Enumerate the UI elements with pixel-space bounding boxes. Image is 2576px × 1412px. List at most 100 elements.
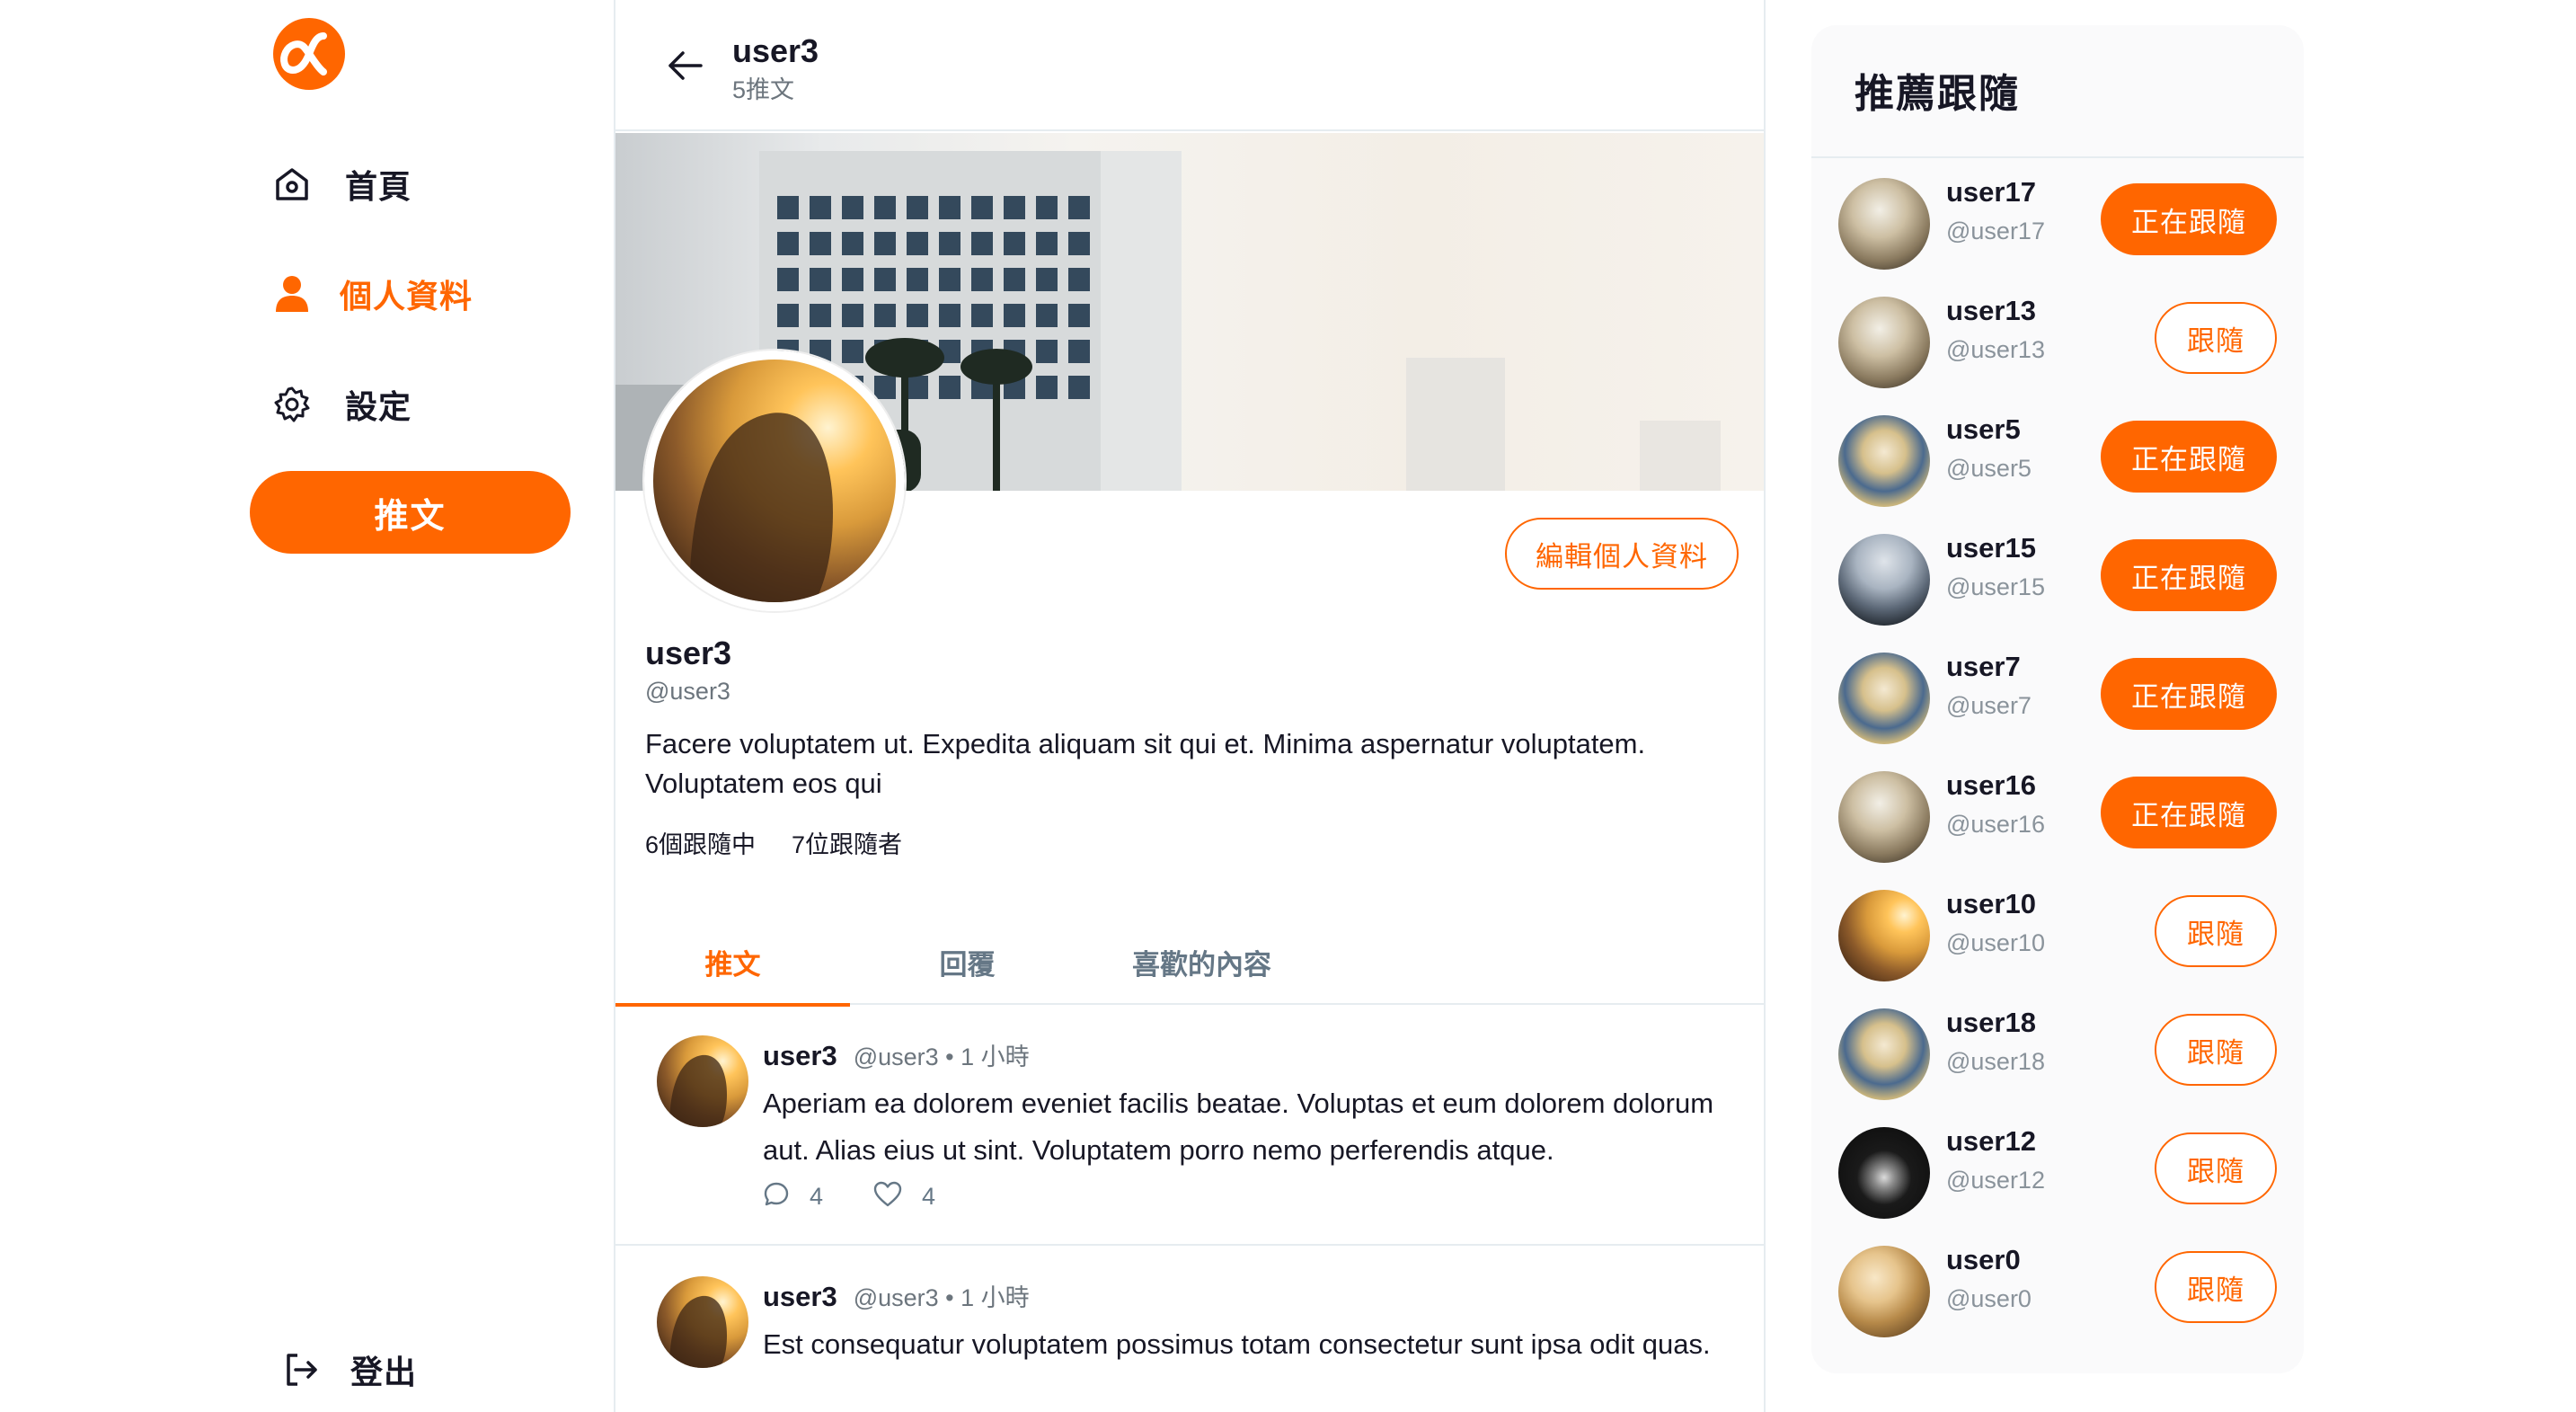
reply-button[interactable]: 4 bbox=[763, 1181, 823, 1212]
gear-icon bbox=[271, 384, 313, 425]
avatar[interactable] bbox=[1838, 534, 1930, 626]
avatar[interactable] bbox=[1838, 653, 1930, 744]
tweet-author-name[interactable]: user3 bbox=[763, 1281, 837, 1313]
logout-icon bbox=[280, 1349, 322, 1390]
tweet-meta: @user3 • 1 小時 bbox=[853, 1284, 1030, 1311]
tweet-text: Est consequatur voluptatem possimus tota… bbox=[763, 1328, 1711, 1360]
suggested-user-row: user18 @user18 跟隨 bbox=[1811, 989, 2304, 1107]
suggested-user-name[interactable]: user13 bbox=[1946, 295, 2036, 327]
suggested-user-handle: @user16 bbox=[1946, 811, 2045, 838]
profile-avatar[interactable] bbox=[644, 351, 905, 611]
alpha-logo-icon[interactable] bbox=[271, 16, 347, 92]
avatar[interactable] bbox=[657, 1276, 748, 1368]
follow-suggestions-panel: 推薦跟隨 user17 @user17 正在跟隨 user13 @user13 … bbox=[1811, 25, 2304, 1373]
following-button[interactable]: 正在跟隨 bbox=[2101, 777, 2277, 848]
suggested-user-name[interactable]: user17 bbox=[1946, 176, 2036, 209]
follow-button[interactable]: 跟隨 bbox=[2155, 1132, 2277, 1204]
suggested-user-row: user0 @user0 跟隨 bbox=[1811, 1226, 2304, 1345]
follow-button[interactable]: 跟隨 bbox=[2155, 895, 2277, 967]
following-button[interactable]: 正在跟隨 bbox=[2101, 658, 2277, 730]
user-icon bbox=[271, 273, 313, 315]
avatar[interactable] bbox=[1838, 297, 1930, 388]
header-username: user3 bbox=[732, 32, 819, 69]
suggested-user-row: user7 @user7 正在跟隨 bbox=[1811, 633, 2304, 751]
followers-count-link[interactable]: 7位跟隨者 bbox=[792, 825, 902, 860]
suggested-user-name[interactable]: user15 bbox=[1946, 532, 2036, 564]
following-button[interactable]: 正在跟隨 bbox=[2101, 183, 2277, 255]
suggested-user-handle: @user15 bbox=[1946, 573, 2045, 600]
reply-count: 4 bbox=[810, 1183, 824, 1210]
tweet-meta: @user3 • 1 小時 bbox=[853, 1043, 1030, 1070]
tweet-count: 5推文 bbox=[732, 76, 795, 103]
suggested-user-row: user16 @user16 正在跟隨 bbox=[1811, 751, 2304, 870]
suggested-user-handle: @user10 bbox=[1946, 929, 2045, 956]
suggested-user-handle: @user12 bbox=[1946, 1167, 2045, 1194]
avatar[interactable] bbox=[1838, 415, 1930, 507]
suggested-user-name[interactable]: user12 bbox=[1946, 1125, 2036, 1158]
sidebar-item-settings[interactable]: 設定 bbox=[271, 377, 412, 431]
suggested-user-name[interactable]: user7 bbox=[1946, 651, 2021, 683]
suggested-user-name[interactable]: user16 bbox=[1946, 769, 2036, 802]
tab-likes[interactable]: 喜歡的內容 bbox=[1084, 919, 1319, 1005]
tweet-author-name[interactable]: user3 bbox=[763, 1040, 837, 1072]
profile-handle: @user3 bbox=[645, 678, 730, 705]
follow-button[interactable]: 跟隨 bbox=[2155, 1251, 2277, 1323]
profile-tabs: 推文 回覆 喜歡的內容 bbox=[615, 919, 1764, 1007]
suggested-user-handle: @user13 bbox=[1946, 336, 2045, 363]
profile-name: user3 bbox=[645, 635, 732, 671]
heart-icon bbox=[873, 1181, 902, 1212]
avatar[interactable] bbox=[1838, 1246, 1930, 1337]
tweet-item[interactable]: user3 @user3 • 1 小時 Aperiam ea dolorem e… bbox=[615, 1005, 1764, 1246]
tweet-actions: 4 4 bbox=[763, 1181, 986, 1212]
suggested-user-handle: @user5 bbox=[1946, 455, 2032, 482]
suggested-user-row: user10 @user10 跟隨 bbox=[1811, 870, 2304, 989]
suggested-user-row: user12 @user12 跟隨 bbox=[1811, 1107, 2304, 1226]
sidebar: 首頁 個人資料 設定 推文 登出 bbox=[0, 0, 614, 1412]
tweet-item[interactable]: user3 @user3 • 1 小時 Est consequatur volu… bbox=[615, 1246, 1764, 1412]
sidebar-item-profile[interactable]: 個人資料 bbox=[271, 267, 473, 321]
suggested-user-name[interactable]: user0 bbox=[1946, 1244, 2021, 1276]
following-count-link[interactable]: 6個跟隨中 bbox=[645, 825, 756, 860]
suggestions-title: 推薦跟隨 bbox=[1855, 72, 2020, 116]
suggested-user-name[interactable]: user5 bbox=[1946, 413, 2021, 446]
follow-button[interactable]: 跟隨 bbox=[2155, 302, 2277, 374]
logout-button[interactable]: 登出 bbox=[280, 1343, 417, 1397]
suggested-user-handle: @user0 bbox=[1946, 1285, 2032, 1312]
tweet-text: Aperiam ea dolorem eveniet facilis beata… bbox=[763, 1088, 1714, 1166]
tab-tweets[interactable]: 推文 bbox=[615, 919, 850, 1007]
main-column: user3 5推文 編輯個人資料 user3 @user3 Facere vol… bbox=[614, 0, 1766, 1412]
arrow-left-icon[interactable] bbox=[660, 41, 709, 90]
suggested-user-row: user5 @user5 正在跟隨 bbox=[1811, 395, 2304, 514]
suggested-user-name[interactable]: user10 bbox=[1946, 888, 2036, 920]
like-button[interactable]: 4 bbox=[873, 1181, 935, 1212]
suggested-user-row: user13 @user13 跟隨 bbox=[1811, 277, 2304, 395]
sidebar-item-label: 設定 bbox=[345, 388, 412, 425]
suggested-user-row: user15 @user15 正在跟隨 bbox=[1811, 514, 2304, 633]
profile-header: user3 5推文 bbox=[615, 0, 1764, 131]
profile-stats: 6個跟隨中 7位跟隨者 bbox=[645, 825, 902, 860]
avatar[interactable] bbox=[1838, 178, 1930, 270]
home-icon bbox=[271, 164, 313, 205]
avatar[interactable] bbox=[1838, 771, 1930, 863]
sidebar-item-label: 首頁 bbox=[345, 168, 412, 205]
avatar[interactable] bbox=[1838, 1127, 1930, 1219]
sidebar-item-home[interactable]: 首頁 bbox=[271, 157, 412, 211]
follow-button[interactable]: 跟隨 bbox=[2155, 1014, 2277, 1086]
avatar[interactable] bbox=[1838, 1008, 1930, 1100]
edit-profile-button[interactable]: 編輯個人資料 bbox=[1505, 518, 1739, 590]
avatar[interactable] bbox=[657, 1035, 748, 1127]
sidebar-item-label: 個人資料 bbox=[340, 278, 474, 315]
suggested-user-handle: @user18 bbox=[1946, 1048, 2045, 1075]
tab-replies[interactable]: 回覆 bbox=[850, 919, 1084, 1005]
suggested-user-handle: @user17 bbox=[1946, 218, 2045, 244]
tweet-button[interactable]: 推文 bbox=[250, 471, 571, 554]
avatar[interactable] bbox=[1838, 890, 1930, 981]
comment-icon bbox=[763, 1181, 790, 1212]
like-count: 4 bbox=[922, 1183, 936, 1210]
logout-label: 登出 bbox=[350, 1354, 418, 1390]
following-button[interactable]: 正在跟隨 bbox=[2101, 539, 2277, 611]
profile-bio: Facere voluptatem ut. Expedita aliquam s… bbox=[645, 728, 1646, 799]
suggested-user-row: user17 @user17 正在跟隨 bbox=[1811, 158, 2304, 277]
following-button[interactable]: 正在跟隨 bbox=[2101, 421, 2277, 493]
suggested-user-name[interactable]: user18 bbox=[1946, 1007, 2036, 1039]
